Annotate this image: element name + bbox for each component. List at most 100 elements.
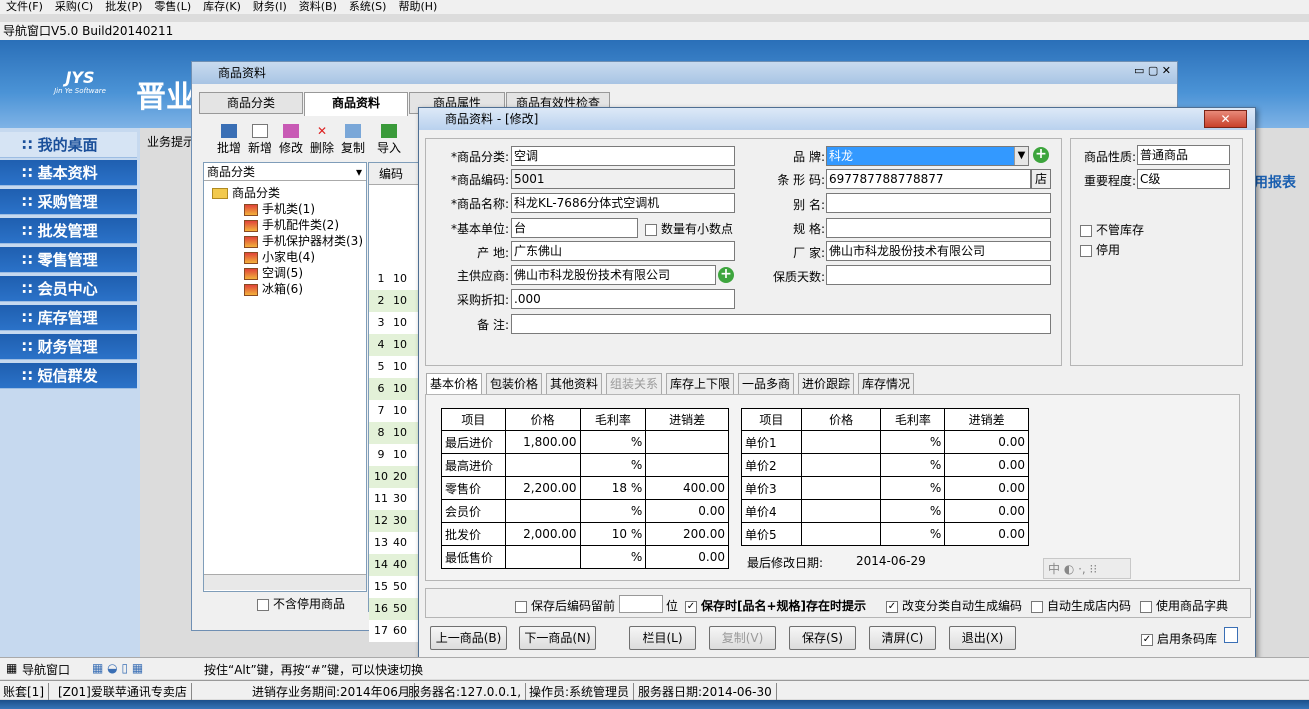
price-cell[interactable] [504,453,581,477]
tree-item[interactable]: 空调(5) [244,264,303,281]
window-controls[interactable]: ▭ ▢ ✕ [1079,64,1171,80]
margin-cell[interactable]: % [579,499,647,523]
margin-cell[interactable]: % [880,522,946,546]
margin-cell[interactable]: % [880,476,946,500]
diff-cell[interactable]: 0.00 [645,545,729,569]
exit-button[interactable]: 退出(X) [949,626,1016,650]
category-field[interactable]: 空调 [511,146,735,166]
remark-field[interactable] [511,314,1051,334]
input-method-bar[interactable]: 中 ◐ ·, ⁝⁝ [1043,558,1131,579]
use-barcode-check[interactable]: ✓ 启用条码库 [1141,630,1217,647]
checkbox[interactable]: ✓ [685,600,697,613]
copy-button[interactable]: 复制 [338,124,368,156]
warn-exists-check[interactable]: ✓ 保存时[品名+规格]存在时提示 [685,597,866,614]
checkbox[interactable]: ✓ [886,600,898,613]
keep-code-check[interactable]: 保存后编码留前 [515,597,615,614]
tree-root[interactable]: 商品分类 [212,184,280,201]
spec-field[interactable] [826,218,1051,238]
margin-cell[interactable]: % [880,453,946,477]
price-cell[interactable]: 2,200.00 [504,476,581,500]
tree-scrollbar[interactable] [204,574,366,590]
nature-field[interactable]: 普通商品 [1137,145,1230,165]
document-icon[interactable] [1224,627,1238,643]
nav-sms[interactable]: ∷ 短信群发 [0,363,137,389]
exclude-disabled-check[interactable]: 不含停用商品 [257,595,345,612]
no-stock-check[interactable]: 不管库存 [1080,221,1144,238]
margin-cell[interactable]: % [579,545,647,569]
margin-cell[interactable]: % [880,430,946,454]
checkbox[interactable] [1031,600,1043,613]
subtab-purchase-track[interactable]: 进价跟踪 [798,373,855,395]
checkbox[interactable] [1080,224,1092,237]
tree-item[interactable]: 手机配件类(2) [244,216,339,233]
diff-cell[interactable]: 0.00 [944,453,1029,477]
price-cell[interactable] [800,522,882,546]
add-brand-icon[interactable]: + [1033,147,1049,163]
subtab-basic-price[interactable]: 基本价格 [426,373,483,395]
keep-digits-spinner[interactable] [619,595,663,613]
diff-cell[interactable]: 0.00 [944,522,1029,546]
tree-item[interactable]: 小家电(4) [244,248,315,265]
use-dict-check[interactable]: 使用商品字典 [1140,597,1228,614]
copy-button[interactable]: 复制(V) [709,626,776,650]
report-link[interactable]: 用报表 [1254,172,1296,192]
prev-product-button[interactable]: 上一商品(B) [430,626,507,650]
checkbox[interactable] [645,223,657,236]
diff-cell[interactable]: 0.00 [944,430,1029,454]
price-cell[interactable] [504,545,581,569]
save-button[interactable]: 保存(S) [789,626,856,650]
nav-basic[interactable]: ∷ 基本资料 [0,160,137,186]
import-button[interactable]: 导入 [374,124,404,156]
tab-product[interactable]: 商品资料 [304,92,408,116]
menu-file[interactable]: 文件(F) [0,1,49,13]
diff-cell[interactable] [645,453,729,477]
price-cell[interactable] [800,453,882,477]
price-cell[interactable] [800,430,882,454]
nav-retail[interactable]: ∷ 零售管理 [0,247,137,273]
menu-data[interactable]: 资料(B) [293,1,343,13]
diff-cell[interactable]: 0.00 [944,499,1029,523]
brand-select[interactable]: 科龙 [826,146,1029,166]
shop-code-button[interactable]: 店 [1031,169,1051,189]
nav-finance[interactable]: ∷ 财务管理 [0,334,137,360]
next-product-button[interactable]: 下一商品(N) [519,626,596,650]
margin-cell[interactable]: 18 % [579,476,647,500]
price-cell[interactable]: 2,000.00 [504,522,581,546]
checkbox[interactable] [515,600,527,613]
tree-item[interactable]: 手机保护器材类(3) [244,232,363,249]
quick-icons[interactable]: ▦ ◒ ▯ ▦ [92,661,143,675]
barcode-field[interactable]: 697787788778877 [826,169,1031,189]
nav-desktop[interactable]: ∷ 我的桌面 [0,132,137,158]
nav-stock[interactable]: ∷ 库存管理 [0,305,137,331]
diff-cell[interactable]: 0.00 [944,476,1029,500]
tab-category[interactable]: 商品分类 [199,92,303,114]
supplier-field[interactable]: 佛山市科龙股份技术有限公司 [511,265,716,285]
subtab-stock-limit[interactable]: 库存上下限 [666,373,735,395]
new-button[interactable]: 新增 [245,124,275,156]
nav-member[interactable]: ∷ 会员中心 [0,276,137,302]
menu-help[interactable]: 帮助(H) [392,1,443,13]
checkbox[interactable] [1080,244,1092,257]
subtab-other[interactable]: 其他资料 [546,373,603,395]
menu-finance[interactable]: 财务(I) [247,1,293,13]
maker-field[interactable]: 佛山市科龙股份技术有限公司 [826,241,1051,261]
batch-add-button[interactable]: 批增 [214,124,244,156]
shelf-days-field[interactable] [826,265,1051,285]
menu-wholesale[interactable]: 批发(P) [99,1,148,13]
code-field[interactable]: 5001 [511,169,735,189]
tree-item[interactable]: 冰箱(6) [244,280,303,297]
subtab-assembly[interactable]: 组装关系 [606,373,663,395]
price-cell[interactable] [504,499,581,523]
checkbox[interactable] [257,598,269,611]
clear-button[interactable]: 清屏(C) [869,626,936,650]
close-button[interactable]: ✕ [1204,110,1247,128]
auto-code-check[interactable]: ✓ 改变分类自动生成编码 [886,597,1022,614]
chevron-down-icon[interactable]: ▼ [1014,147,1028,165]
nav-purchase[interactable]: ∷ 采购管理 [0,189,137,215]
alias-field[interactable] [826,193,1051,213]
subtab-pack-price[interactable]: 包装价格 [486,373,543,395]
margin-cell[interactable]: 10 % [579,522,647,546]
checkbox[interactable]: ✓ [1141,633,1153,646]
price-cell[interactable] [800,499,882,523]
add-supplier-icon[interactable]: + [718,267,734,283]
